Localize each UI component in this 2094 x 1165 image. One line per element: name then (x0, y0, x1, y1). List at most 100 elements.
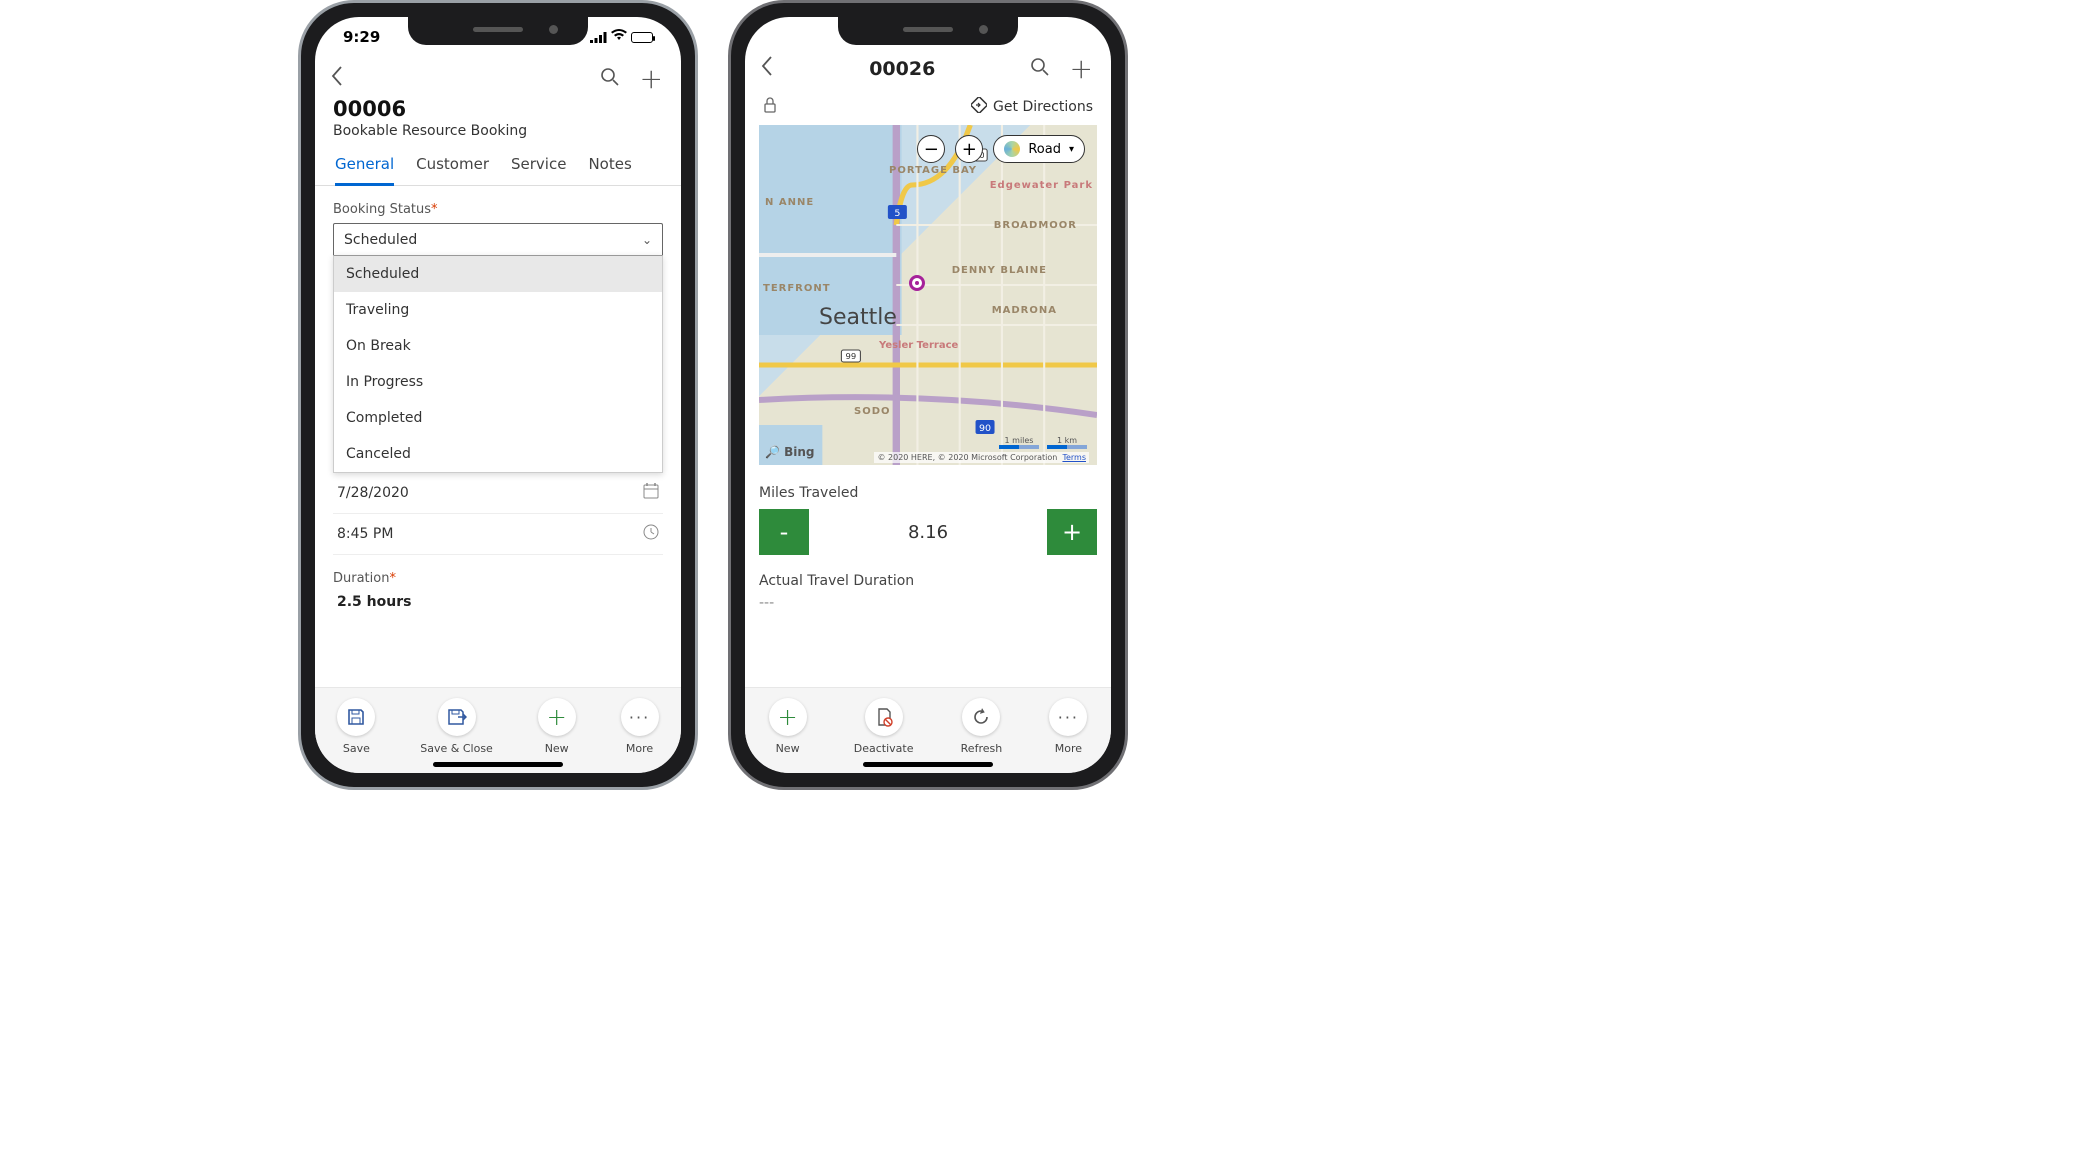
map-label: Edgewater Park (990, 180, 1093, 191)
phone-frame-left: 9:29 + 00006 Bookable Resource (298, 0, 698, 790)
booking-status-value: Scheduled (344, 232, 417, 248)
dropdown-option-canceled[interactable]: Canceled (334, 436, 662, 472)
miles-stepper: - 8.16 + (759, 509, 1097, 555)
home-indicator[interactable] (863, 762, 993, 767)
svg-text:5: 5 (894, 208, 900, 219)
duration-value[interactable]: 2.5 hours (333, 586, 663, 618)
wifi-icon (611, 29, 627, 45)
more-button[interactable]: ··· More (1049, 698, 1087, 755)
dropdown-option-completed[interactable]: Completed (334, 400, 662, 436)
stepper-plus-button[interactable]: + (1047, 509, 1097, 555)
back-button[interactable] (759, 54, 775, 85)
cellular-icon (590, 32, 607, 43)
map-scale: 1 miles 1 km (999, 436, 1087, 449)
back-button[interactable] (329, 64, 345, 95)
new-button[interactable]: + New (769, 698, 807, 755)
travel-duration-label: Actual Travel Duration (759, 573, 1097, 589)
map-label: MADRONA (992, 305, 1057, 316)
map-roads-illustration: 5 99 520 90 (759, 125, 1097, 465)
nav-row: 00026 + (745, 47, 1111, 87)
clock-icon (643, 524, 659, 544)
more-icon: ··· (621, 698, 659, 736)
stepper-minus-button[interactable]: - (759, 509, 809, 555)
miles-value[interactable]: 8.16 (809, 509, 1047, 555)
search-icon[interactable] (600, 67, 620, 92)
svg-text:99: 99 (846, 351, 857, 361)
refresh-icon (962, 698, 1000, 736)
title-block: 00006 Bookable Resource Booking (315, 97, 681, 147)
zoom-in-button[interactable]: + (955, 135, 983, 163)
deactivate-button[interactable]: Deactivate (854, 698, 914, 755)
tab-general[interactable]: General (335, 155, 394, 186)
map-label: TERFRONT (763, 283, 831, 294)
plus-icon: + (538, 698, 576, 736)
more-button[interactable]: ··· More (621, 698, 659, 755)
save-close-button[interactable]: Save & Close (420, 698, 493, 755)
map-mode-select[interactable]: Road ▾ (993, 135, 1085, 163)
tab-service[interactable]: Service (511, 155, 566, 185)
save-button[interactable]: Save (337, 698, 375, 755)
map-terms-link[interactable]: Terms (1062, 453, 1086, 462)
tab-customer[interactable]: Customer (416, 155, 489, 185)
travel-duration-value: --- (759, 595, 1097, 611)
page-subtitle: Bookable Resource Booking (333, 123, 663, 139)
booking-status-select[interactable]: Scheduled ⌄ (333, 223, 663, 255)
phone-frame-right: 00026 + Get Directions (728, 0, 1128, 790)
get-directions-button[interactable]: Get Directions (971, 97, 1093, 117)
bottom-bar: Save Save & Close + New ··· More (315, 687, 681, 773)
directions-icon (971, 97, 987, 117)
dropdown-option-traveling[interactable]: Traveling (334, 292, 662, 328)
dropdown-option-scheduled[interactable]: Scheduled (334, 256, 662, 292)
map-label: SODO (854, 406, 891, 417)
screen-left: 9:29 + 00006 Bookable Resource (315, 17, 681, 773)
notch (408, 17, 588, 45)
page-title: 00006 (333, 97, 663, 121)
page-title: 00026 (775, 58, 1030, 80)
calendar-icon (643, 483, 659, 503)
bottom-bar: + New Deactivate Refresh ··· More (745, 687, 1111, 773)
time-value: 8:45 PM (337, 526, 393, 542)
chevron-down-icon: ⌄ (642, 233, 652, 247)
tab-row: General Customer Service Notes (315, 147, 681, 186)
save-icon (337, 698, 375, 736)
form-body: Booking Status* Scheduled ⌄ Scheduled Tr… (315, 186, 681, 687)
caret-down-icon: ▾ (1069, 144, 1074, 155)
time-field[interactable]: 8:45 PM (333, 514, 663, 555)
zoom-out-button[interactable]: − (917, 135, 945, 163)
map-attribution: © 2020 HERE, © 2020 Microsoft Corporatio… (874, 452, 1089, 463)
map-label: Yesler Terrace (879, 340, 958, 351)
dropdown-option-onbreak[interactable]: On Break (334, 328, 662, 364)
map-label: BROADMOOR (994, 220, 1077, 231)
home-indicator[interactable] (433, 762, 563, 767)
get-directions-label: Get Directions (993, 99, 1093, 115)
map[interactable]: 5 99 520 90 − + Road ▾ PORTAGE BAY Edgew… (759, 125, 1097, 465)
search-icon[interactable] (1030, 57, 1050, 82)
status-indicators (590, 29, 653, 45)
globe-icon (1004, 141, 1020, 157)
tab-notes[interactable]: Notes (588, 155, 631, 185)
booking-status-label: Booking Status* (333, 202, 663, 217)
dropdown-option-inprogress[interactable]: In Progress (334, 364, 662, 400)
map-pin-icon (909, 275, 925, 291)
add-button[interactable]: + (640, 65, 663, 93)
booking-status-dropdown: Scheduled Traveling On Break In Progress… (333, 255, 663, 473)
date-field[interactable]: 7/28/2020 (333, 473, 663, 514)
duration-label: Duration* (333, 571, 663, 586)
map-label: DENNY BLAINE (952, 265, 1047, 276)
battery-icon (631, 32, 653, 43)
plus-icon: + (769, 698, 807, 736)
map-label: N ANNE (765, 197, 814, 208)
lock-icon (763, 97, 777, 117)
notch (838, 17, 1018, 45)
add-button[interactable]: + (1070, 55, 1093, 83)
miles-label: Miles Traveled (759, 485, 1097, 501)
screen-right: 00026 + Get Directions (745, 17, 1111, 773)
status-time: 9:29 (343, 28, 380, 46)
new-button[interactable]: + New (538, 698, 576, 755)
refresh-button[interactable]: Refresh (961, 698, 1003, 755)
more-icon: ··· (1049, 698, 1087, 736)
map-city-label: Seattle (819, 305, 897, 330)
map-label: PORTAGE BAY (889, 165, 977, 176)
sub-actions-row: Get Directions (745, 87, 1111, 125)
save-close-icon (438, 698, 476, 736)
